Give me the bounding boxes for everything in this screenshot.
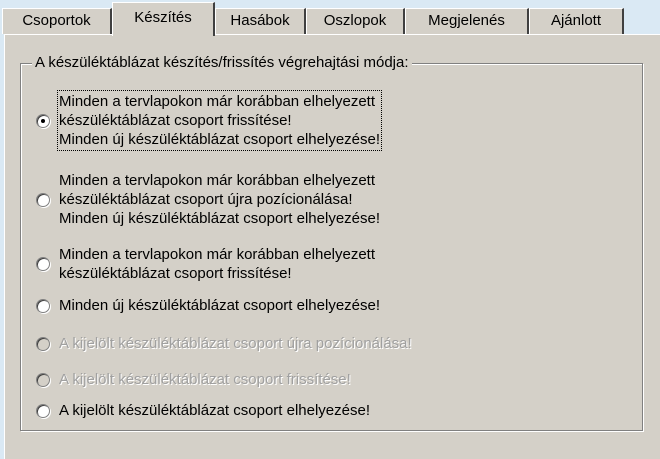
radio-option-label: Minden új készüléktáblázat csoport elhel… — [59, 297, 381, 314]
tab-megjelenes[interactable]: Megjelenés — [405, 8, 529, 34]
tab-keszites[interactable]: Készítés — [112, 2, 215, 36]
radio-option-4[interactable]: Minden új készüléktáblázat csoport elhel… — [36, 296, 380, 315]
radio-option-label: Minden a tervlapokon már korábban elhely… — [56, 90, 383, 151]
radio-option-label: Minden a tervlapokon már korábban elhely… — [59, 246, 376, 282]
radio-option-label: A kijelölt készüléktáblázat csoport elhe… — [59, 402, 371, 419]
radio-option-label: A kijelölt készüléktáblázat csoport újra… — [59, 335, 412, 352]
tab-strip: Csoportok Készítés Hasábok Oszlopok Megj… — [0, 0, 660, 36]
radio-button — [36, 336, 50, 351]
radio-option-label: Minden a tervlapokon már korábban elhely… — [59, 172, 381, 227]
tab-ajanlott[interactable]: Ajánlott — [529, 8, 624, 34]
radio-button[interactable] — [36, 257, 50, 271]
radio-option-7[interactable]: A kijelölt készüléktáblázat csoport elhe… — [36, 401, 370, 420]
radio-option-2[interactable]: Minden a tervlapokon már korábban elhely… — [36, 171, 380, 228]
radio-button[interactable] — [36, 298, 50, 313]
radio-option-6: A kijelölt készüléktáblázat csoport fris… — [36, 370, 351, 389]
radio-button — [36, 372, 50, 387]
radio-option-label: A kijelölt készüléktáblázat csoport fris… — [59, 371, 351, 388]
radio-option-3[interactable]: Minden a tervlapokon már korábban elhely… — [36, 245, 375, 283]
radio-button[interactable] — [36, 113, 50, 128]
radio-button[interactable] — [36, 192, 50, 207]
tab-csoportok[interactable]: Csoportok — [2, 8, 112, 34]
radio-button[interactable] — [36, 403, 50, 418]
radio-option-5: A kijelölt készüléktáblázat csoport újra… — [36, 334, 412, 353]
groupbox-title: A készüléktáblázat készítés/frissítés vé… — [32, 54, 412, 71]
tab-hasabok[interactable]: Hasábok — [215, 8, 306, 34]
radio-option-1[interactable]: Minden a tervlapokon már korábban elhely… — [36, 90, 383, 151]
tab-oszlopok[interactable]: Oszlopok — [306, 8, 405, 34]
